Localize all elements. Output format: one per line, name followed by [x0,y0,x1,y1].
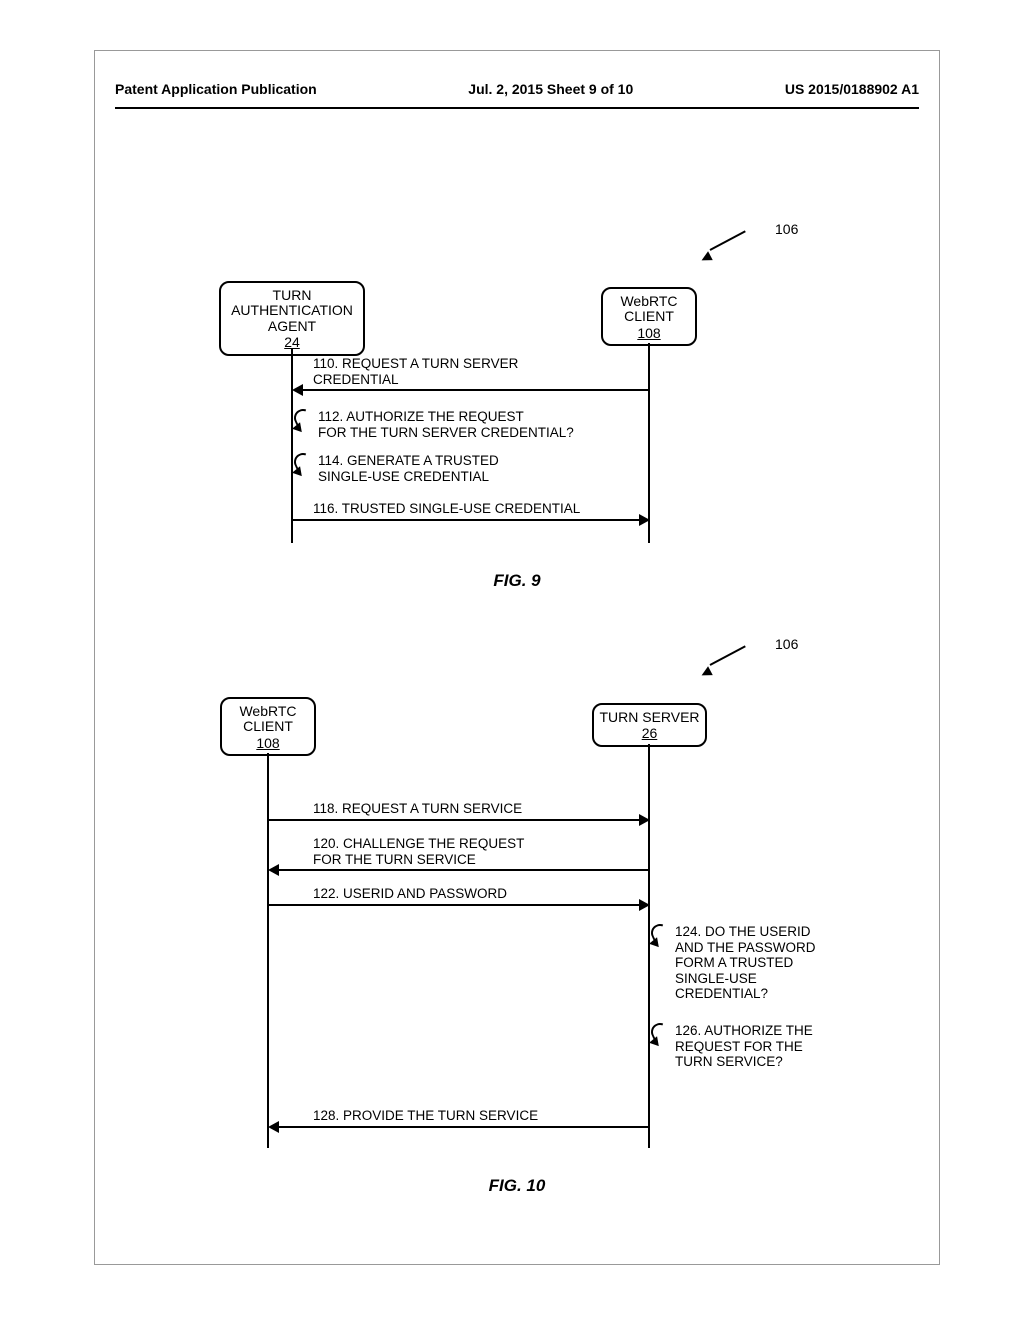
figure-9: 106 TURN AUTHENTICATION AGENT 24 WebRTC … [95,231,939,611]
callout-arrow-icon [699,666,713,680]
callout-line-fig9 [710,230,746,251]
header-right: US 2015/0188902 A1 [785,81,919,97]
figure-10-caption: FIG. 10 [95,1176,939,1196]
msg-110-line [302,389,650,391]
actor-right-title: WebRTC CLIENT [620,293,677,324]
actor-webrtc-client-fig9: WebRTC CLIENT 108 [601,287,697,346]
msg-110-label: 110. REQUEST A TURN SERVER CREDENTIAL [313,356,518,387]
msg-120-line [278,869,650,871]
arrow-right-icon [639,814,650,826]
callout-106-fig10: 106 [775,636,798,652]
actor-left-ref-fig10: 108 [226,736,310,751]
msg-114-label: 114. GENERATE A TRUSTED SINGLE-USE CREDE… [318,453,499,484]
msg-112-label: 112. AUTHORIZE THE REQUEST FOR THE TURN … [318,409,574,440]
arrow-right-icon [639,514,650,526]
actor-left-title: TURN AUTHENTICATION AGENT [231,287,353,334]
self-arrow-icon [648,937,659,948]
arrow-left-icon [292,384,303,396]
msg-116-label: 116. TRUSTED SINGLE-USE CREDENTIAL [313,501,580,517]
self-arrow-icon [291,422,302,433]
lifeline-turn-auth [291,348,293,543]
lifeline-webrtc-fig10 [267,753,269,1148]
page-header: Patent Application Publication Jul. 2, 2… [115,81,919,97]
self-arrow-icon [291,466,302,477]
msg-118-line [268,819,641,821]
actor-right-ref-fig10: 26 [598,726,701,741]
msg-118-label: 118. REQUEST A TURN SERVICE [313,801,522,817]
header-left: Patent Application Publication [115,81,317,97]
patent-page: Patent Application Publication Jul. 2, 2… [94,50,940,1265]
figure-10: 106 WebRTC CLIENT 108 TURN SERVER 26 118… [95,641,939,1201]
actor-left-title-fig10: WebRTC CLIENT [239,703,296,734]
msg-122-line [268,904,641,906]
msg-120-label: 120. CHALLENGE THE REQUEST FOR THE TURN … [313,836,524,867]
actor-webrtc-client-fig10: WebRTC CLIENT 108 [220,697,316,756]
actor-right-ref: 108 [607,326,691,341]
arrow-right-icon [639,899,650,911]
msg-126-label: 126. AUTHORIZE THE REQUEST FOR THE TURN … [675,1023,855,1070]
self-arrow-icon [648,1036,659,1047]
callout-line-fig10 [710,645,746,666]
actor-turn-auth-agent: TURN AUTHENTICATION AGENT 24 [219,281,365,356]
arrow-left-icon [268,1121,279,1133]
msg-116-line [292,519,640,521]
msg-122-label: 122. USERID AND PASSWORD [313,886,507,902]
callout-arrow-icon [699,251,713,265]
callout-106-fig9: 106 [775,221,798,237]
msg-128-label: 128. PROVIDE THE TURN SERVICE [313,1108,538,1124]
header-center: Jul. 2, 2015 Sheet 9 of 10 [317,81,785,97]
actor-right-title-fig10: TURN SERVER [599,709,699,725]
lifeline-webrtc-fig9 [648,343,650,543]
header-rule [115,107,919,109]
figure-9-caption: FIG. 9 [95,571,939,591]
msg-128-line [278,1126,650,1128]
msg-124-label: 124. DO THE USERID AND THE PASSWORD FORM… [675,924,855,1002]
actor-turn-server: TURN SERVER 26 [592,703,707,747]
arrow-left-icon [268,864,279,876]
